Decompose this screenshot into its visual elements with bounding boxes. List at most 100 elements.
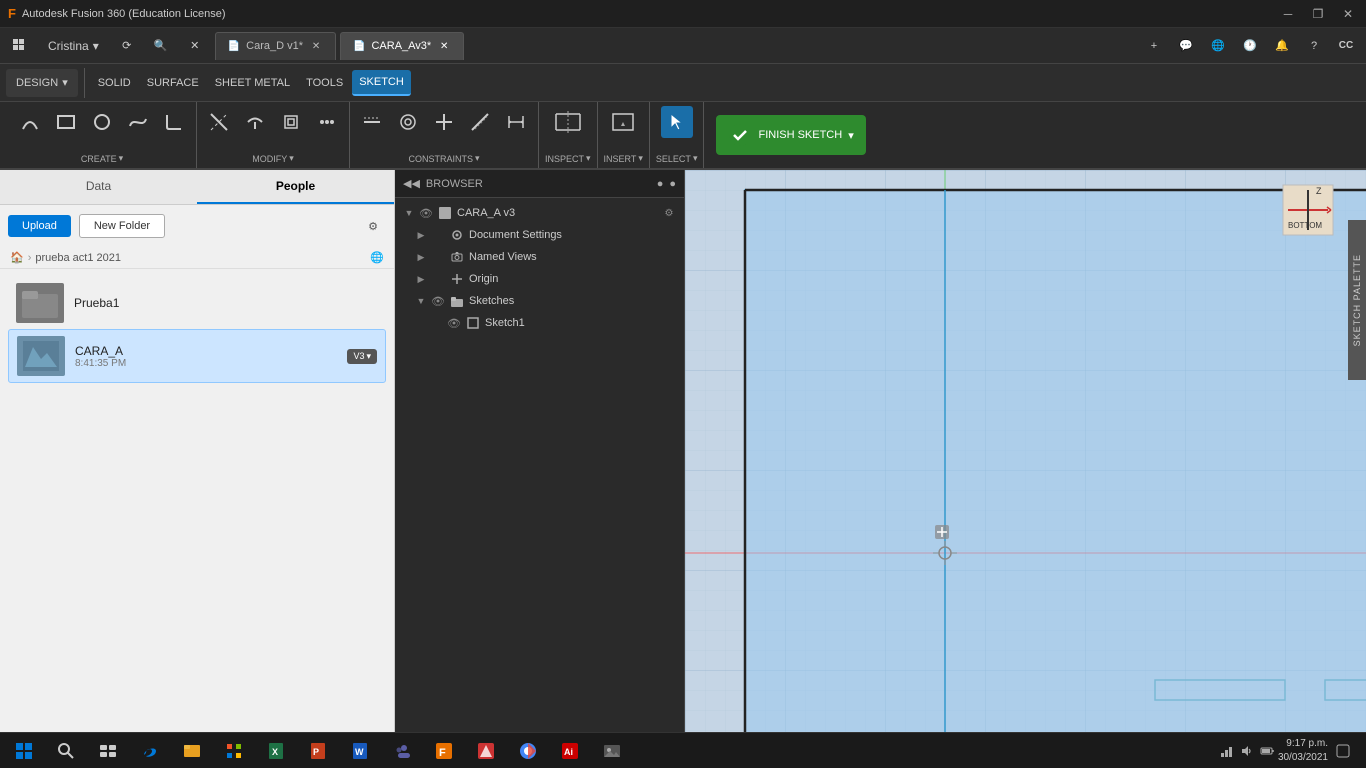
breadcrumb-project[interactable]: prueba act1 2021 <box>35 252 121 264</box>
constraint-1[interactable] <box>356 106 388 138</box>
notification-button[interactable]: 🔔 <box>1268 32 1296 60</box>
browser-row-sketch1[interactable]: ▶ 👁 Sketch1 <box>395 312 684 334</box>
doc-tab-1[interactable]: 📄 Cara_D v1* ✕ <box>215 32 336 60</box>
taskbar-excel[interactable]: X <box>256 733 296 768</box>
offset-tool[interactable] <box>275 106 307 138</box>
sketch-menu[interactable]: SKETCH <box>352 70 411 96</box>
modify-label[interactable]: MODIFY ▾ <box>252 153 294 164</box>
globe-button[interactable]: 🌐 <box>1204 32 1232 60</box>
browser-collapse-icon[interactable]: ◀◀ <box>403 177 420 190</box>
breadcrumb-home[interactable]: 🏠 <box>10 251 24 264</box>
constraint-4[interactable] <box>464 106 496 138</box>
tree-expand-arrow[interactable]: ▶ <box>415 252 427 263</box>
grid-menu-button[interactable] <box>6 32 34 60</box>
taskbar-photos[interactable] <box>592 733 632 768</box>
select-cursor-tool[interactable] <box>661 106 693 138</box>
insert-tool[interactable] <box>607 106 639 138</box>
doc-tab-1-icon: 📄 <box>228 41 240 52</box>
sheet-metal-menu[interactable]: SHEET METAL <box>208 70 297 96</box>
arc-tool[interactable] <box>14 106 46 138</box>
browser-panel-icon[interactable]: ● <box>669 178 676 190</box>
design-menu-button[interactable]: DESIGN ▾ <box>6 69 78 97</box>
chat-button[interactable]: 💬 <box>1172 32 1200 60</box>
taskbar-explorer[interactable] <box>172 733 212 768</box>
tree-eye-icon[interactable]: 👁 <box>447 317 461 330</box>
more-modify-tool[interactable] <box>311 106 343 138</box>
trim-tool[interactable] <box>203 106 235 138</box>
help-button[interactable]: ? <box>1300 32 1328 60</box>
create-label[interactable]: CREATE ▾ <box>81 153 123 164</box>
constraint-3[interactable] <box>428 106 460 138</box>
tree-expand-arrow[interactable]: ▶ <box>415 230 427 241</box>
taskbar-teams[interactable] <box>382 733 422 768</box>
spline-tool[interactable] <box>122 106 154 138</box>
search-button[interactable]: 🔍 <box>147 32 175 60</box>
close-button[interactable]: ✕ <box>1338 4 1358 24</box>
tree-collapse-arrow[interactable]: ▼ <box>415 296 427 306</box>
list-item[interactable]: Prueba1 <box>8 277 386 329</box>
user-account-button[interactable]: Cristina ▾ <box>40 36 107 56</box>
taskbar-powerpoint[interactable]: P <box>298 733 338 768</box>
taskbar-search[interactable] <box>46 733 86 768</box>
inspect-label[interactable]: INSPECT ▾ <box>545 153 591 164</box>
constraints-label[interactable]: CONSTRAINTS ▾ <box>408 153 479 164</box>
taskbar-edge[interactable] <box>130 733 170 768</box>
sketch-palette-tab[interactable]: SKETCH PALETTE <box>1348 220 1366 380</box>
new-folder-button[interactable]: New Folder <box>79 214 165 238</box>
taskbar-acrobat[interactable]: Ai <box>550 733 590 768</box>
tree-expand-arrow[interactable]: ▶ <box>415 274 427 285</box>
fillet-tool[interactable] <box>158 106 190 138</box>
doc-tab-2[interactable]: 📄 CARA_Av3* ✕ <box>340 32 464 60</box>
panel-settings-button[interactable]: ⚙ <box>360 213 386 239</box>
minimize-button[interactable]: ─ <box>1278 4 1298 24</box>
extend-tool[interactable] <box>239 106 271 138</box>
solid-menu[interactable]: SOLID <box>91 70 138 96</box>
canvas-area[interactable]: Z BOTTOM SKETCH PALETTE <box>685 170 1366 732</box>
browser-expand-icon[interactable]: ● <box>657 178 664 190</box>
notifications-button[interactable] <box>1332 744 1354 758</box>
new-tab-button[interactable]: + <box>1140 32 1168 60</box>
svg-text:Ai: Ai <box>564 747 573 757</box>
surface-menu[interactable]: SURFACE <box>140 70 206 96</box>
select-label[interactable]: SELECT ▾ <box>656 153 698 164</box>
taskbar-word[interactable]: W <box>340 733 380 768</box>
tab-people[interactable]: People <box>197 170 394 204</box>
list-item[interactable]: CARA_A 8:41:35 PM V3 ▾ <box>8 329 386 383</box>
tree-gear-icon[interactable]: ⚙ <box>662 208 676 219</box>
file-date: 8:41:35 PM <box>75 358 337 369</box>
tree-eye-icon[interactable]: 👁 <box>431 295 445 308</box>
insert-label[interactable]: INSERT ▾ <box>604 153 643 164</box>
taskbar-chrome[interactable] <box>508 733 548 768</box>
restore-button[interactable]: ❐ <box>1308 4 1328 24</box>
rectangle-tool[interactable] <box>50 106 82 138</box>
tree-eye-icon[interactable]: 👁 <box>419 207 433 220</box>
tab-data[interactable]: Data <box>0 170 197 204</box>
history-button[interactable]: 🕐 <box>1236 32 1264 60</box>
upload-button[interactable]: Upload <box>8 215 71 237</box>
app-icon: F <box>8 6 16 21</box>
circle-arc-tool[interactable] <box>86 106 118 138</box>
tree-collapse-arrow[interactable]: ▼ <box>403 208 415 218</box>
browser-row-origin[interactable]: ▶ 👁 Origin <box>395 268 684 290</box>
browser-row-doc-settings[interactable]: ▶ 👁 Document Settings <box>395 224 684 246</box>
doc-tab-2-close[interactable]: ✕ <box>437 39 451 53</box>
browser-row-named-views[interactable]: ▶ 👁 Named Views <box>395 246 684 268</box>
inspect-dim-tool[interactable] <box>552 106 584 138</box>
taskbar-autodesk[interactable]: F <box>424 733 464 768</box>
cc-button[interactable]: CC <box>1332 32 1360 60</box>
close-panel-button[interactable]: ✕ <box>181 32 209 60</box>
version-badge[interactable]: V3 ▾ <box>347 349 377 364</box>
finish-sketch-button[interactable]: FINISH SKETCH ▾ <box>716 115 865 155</box>
doc-tab-1-close[interactable]: ✕ <box>309 39 323 53</box>
start-button[interactable] <box>4 733 44 768</box>
taskbar-store[interactable] <box>214 733 254 768</box>
dimension-tool[interactable] <box>500 106 532 138</box>
tools-menu[interactable]: TOOLS <box>299 70 350 96</box>
refresh-button[interactable]: ⟳ <box>113 32 141 60</box>
taskbar-task-view[interactable] <box>88 733 128 768</box>
browser-row-sketches[interactable]: ▼ 👁 Sketches <box>395 290 684 312</box>
doc-tab-2-label: CARA_Av3* <box>371 40 431 52</box>
taskbar-app-red[interactable] <box>466 733 506 768</box>
browser-row-root[interactable]: ▼ 👁 CARA_A v3 ⚙ <box>395 202 684 224</box>
constraint-2[interactable] <box>392 106 424 138</box>
